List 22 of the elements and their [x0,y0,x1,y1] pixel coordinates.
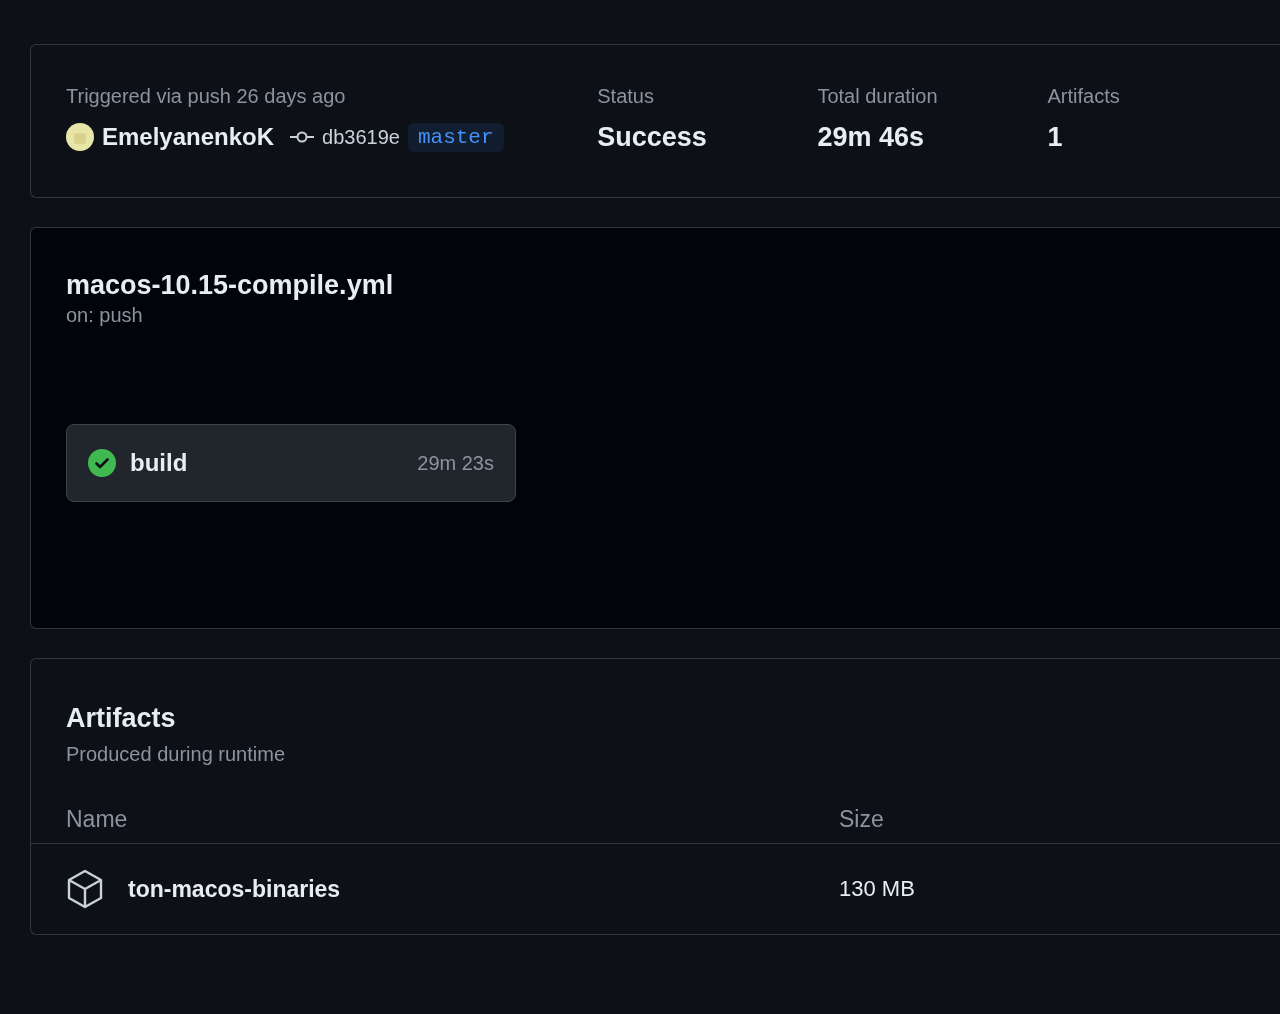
trigger-text: Triggered via push 26 days ago [66,84,347,109]
column-header: Size [839,805,884,833]
stat-label: Status [597,84,655,109]
artifact-link[interactable]: ton-macos-binaries [128,875,341,903]
section-subtitle: Produced during runtime [66,742,286,767]
commit-link[interactable]: db3619e [322,125,400,149]
workflow-title: macos-10.15-compile.yml [66,269,395,302]
stat-value: 29m 46s [817,121,926,154]
workflow-trigger: on: push [66,303,144,328]
job-card[interactable]: build 29m 23s [66,424,516,502]
branch-label[interactable]: master [407,122,504,152]
table-cell: 130 MB [839,876,915,902]
column-header: Name [66,805,128,833]
actor-link[interactable]: EmelyanenkoK [102,123,275,151]
stat-label: Total duration [817,84,939,109]
avatar-icon[interactable] [66,123,94,151]
stat-value: 1 [1047,121,1064,154]
stat-label: Artifacts [1047,84,1121,109]
section-title: Artifacts [66,702,177,735]
stat-value: Success [597,121,708,154]
commit-icon [290,131,315,143]
package-icon [66,869,104,909]
